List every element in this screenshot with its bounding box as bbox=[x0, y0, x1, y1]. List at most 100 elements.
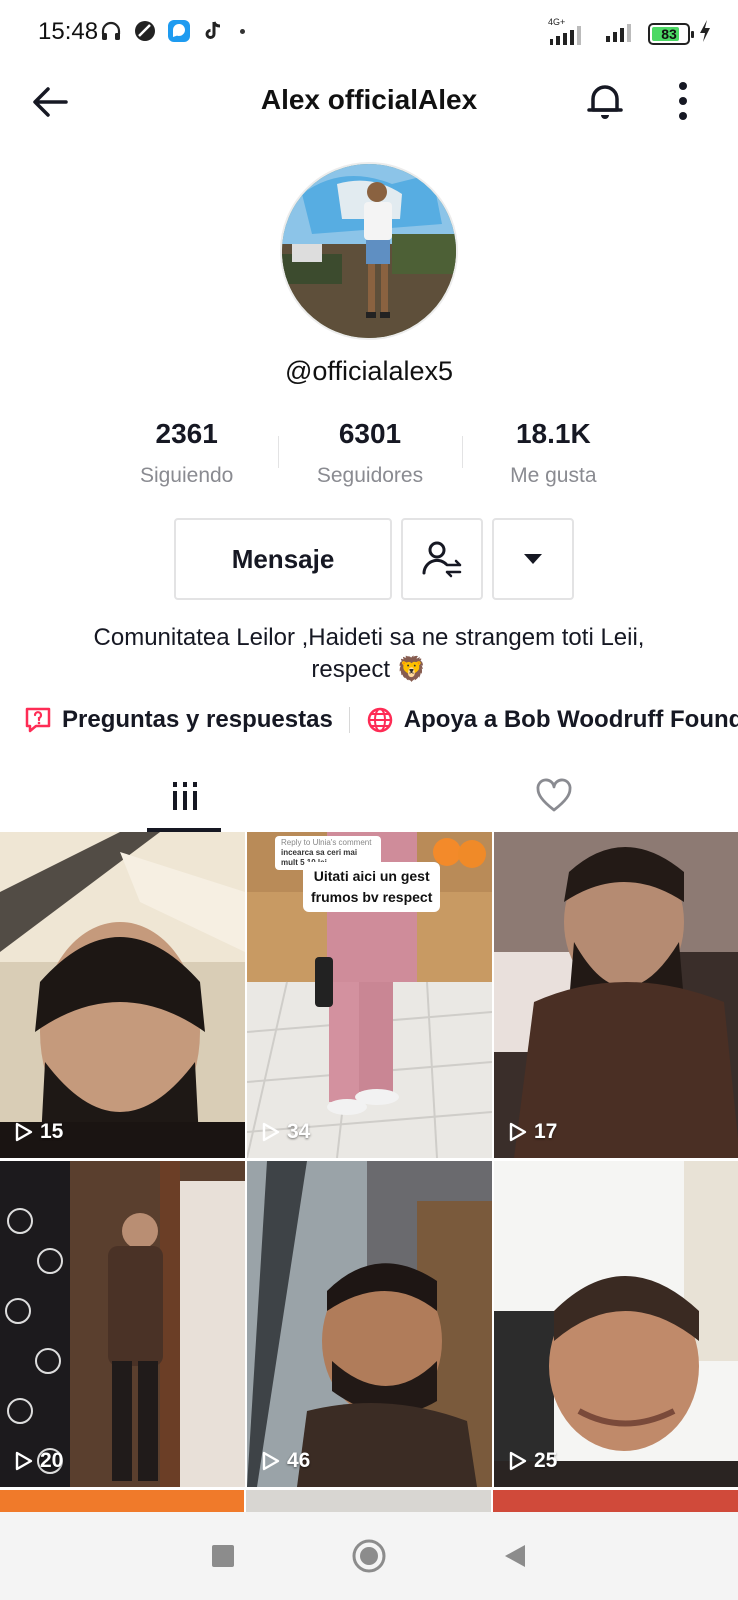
triangle-back-icon bbox=[505, 1545, 525, 1567]
profile-actions: Mensaje bbox=[174, 518, 574, 600]
video-image bbox=[494, 1161, 738, 1487]
more-options-button[interactable] bbox=[668, 78, 698, 124]
reply-label: Reply to Ulnia's comment bbox=[281, 838, 372, 847]
bio-line: Comunitatea Leilor ,Haideti sa ne strang… bbox=[93, 624, 645, 651]
follow-status-button[interactable] bbox=[401, 518, 483, 600]
stat-likes[interactable]: 18.1K Me gusta bbox=[461, 418, 645, 488]
grid-bars-icon bbox=[172, 782, 197, 810]
circle-icon bbox=[352, 1539, 386, 1573]
link-label: Apoya a Bob Woodruff Found bbox=[403, 706, 738, 733]
square-icon bbox=[212, 1545, 234, 1567]
stat-label: Seguidores bbox=[316, 464, 424, 487]
tab-videos[interactable] bbox=[0, 768, 369, 832]
suggested-accounts-button[interactable] bbox=[492, 518, 574, 600]
home-button[interactable] bbox=[349, 1536, 389, 1576]
video-thumbnail-partial[interactable] bbox=[246, 1490, 491, 1512]
play-outline-icon bbox=[509, 1451, 527, 1471]
video-thumbnail[interactable]: 17 bbox=[494, 832, 738, 1158]
profile-links: Preguntas y respuestas Apoya a Bob Woodr… bbox=[24, 700, 738, 740]
recents-button[interactable] bbox=[203, 1536, 243, 1576]
video-thumbnail-partial[interactable] bbox=[0, 1490, 245, 1512]
back-nav-button[interactable] bbox=[495, 1536, 535, 1576]
video-thumbnail[interactable]: 25 bbox=[494, 1161, 738, 1487]
user-switch-icon bbox=[422, 541, 462, 578]
video-image bbox=[0, 1161, 245, 1487]
view-count-value: 46 bbox=[287, 1449, 311, 1472]
battery-level: 83 bbox=[661, 25, 677, 42]
system-icons: 4G+ 83 bbox=[548, 17, 712, 49]
stat-label: Siguiendo bbox=[139, 464, 234, 487]
wifi-signal-icon bbox=[604, 18, 640, 49]
question-box-icon bbox=[25, 707, 51, 733]
play-outline-icon bbox=[509, 1122, 527, 1142]
more-notifications-dot bbox=[240, 28, 245, 34]
video-thumbnail[interactable]: 20 bbox=[0, 1161, 245, 1487]
stat-followers[interactable]: 6301 Seguidores bbox=[278, 418, 461, 488]
view-count-value: 34 bbox=[287, 1120, 311, 1143]
view-count: 25 bbox=[506, 1449, 557, 1473]
more-vertical-icon bbox=[679, 82, 687, 120]
video-image bbox=[494, 832, 738, 1158]
message-button[interactable]: Mensaje bbox=[174, 518, 392, 600]
view-count: 20 bbox=[12, 1449, 63, 1473]
video-thumbnail[interactable]: Reply to Ulnia's comment incearca sa cer… bbox=[247, 832, 492, 1158]
donation-link[interactable]: Apoya a Bob Woodruff Found bbox=[366, 706, 738, 734]
stat-label: Me gusta bbox=[510, 464, 597, 487]
play-outline-icon bbox=[262, 1451, 280, 1471]
view-count: 15 bbox=[12, 1120, 63, 1144]
tiktok-icon bbox=[200, 18, 226, 44]
globe-heart-icon bbox=[367, 707, 393, 733]
username: @officialalex5 bbox=[285, 356, 453, 386]
system-nav-bar bbox=[0, 1512, 738, 1600]
charging-icon bbox=[698, 19, 712, 48]
view-count: 17 bbox=[506, 1120, 557, 1144]
caret-down-icon bbox=[524, 554, 542, 564]
video-image bbox=[0, 832, 245, 1158]
bell-icon bbox=[587, 85, 623, 119]
play-outline-icon bbox=[262, 1122, 280, 1142]
notification-icons bbox=[98, 18, 245, 44]
profile-header: Alex officialAlex bbox=[0, 70, 738, 132]
view-count-value: 25 bbox=[534, 1449, 558, 1472]
stat-following[interactable]: 2361 Siguiendo bbox=[95, 418, 278, 488]
signal-icon: 4G+ bbox=[548, 17, 596, 47]
play-outline-icon bbox=[15, 1451, 33, 1471]
view-count: 34 bbox=[259, 1120, 310, 1144]
video-image bbox=[247, 1161, 492, 1487]
video-thumbnail[interactable]: 46 bbox=[247, 1161, 492, 1487]
view-count-value: 17 bbox=[534, 1120, 558, 1143]
profile-bio: Comunitatea Leilor ,Haideti sa ne strang… bbox=[40, 622, 698, 686]
headphones-icon bbox=[98, 18, 124, 44]
heart-outline-icon bbox=[536, 778, 571, 812]
video-caption: Uitati aici un gest frumos bv respect bbox=[303, 862, 441, 912]
avatar[interactable] bbox=[280, 162, 458, 340]
bio-line: respect 🦁 bbox=[311, 656, 427, 683]
status-time: 15:48 bbox=[38, 18, 99, 45]
stat-value: 18.1K bbox=[515, 418, 591, 449]
network-type-label: 4G+ bbox=[548, 16, 566, 27]
view-count-value: 20 bbox=[40, 1449, 64, 1472]
stat-value: 2361 bbox=[155, 418, 218, 449]
video-thumbnail-partial[interactable] bbox=[492, 1490, 738, 1512]
video-thumbnail[interactable]: 15 bbox=[0, 832, 245, 1158]
video-grid-next-row bbox=[0, 1490, 738, 1512]
caption-line: Uitati aici un gest bbox=[313, 868, 430, 884]
play-outline-icon bbox=[15, 1122, 33, 1142]
qa-link[interactable]: Preguntas y respuestas bbox=[24, 706, 333, 734]
link-divider bbox=[348, 707, 350, 733]
video-grid: 15 Reply to Ulnia's comment incearca sa … bbox=[0, 832, 738, 1487]
content-tabs bbox=[0, 768, 738, 832]
profile-stats: 2361 Siguiendo 6301 Seguidores 18.1K Me … bbox=[95, 418, 645, 488]
caption-line: frumos bv respect bbox=[311, 889, 433, 905]
status-bar: 15:48 4G+ 83 bbox=[0, 0, 738, 64]
link-label: Preguntas y respuestas bbox=[62, 706, 333, 733]
avatar-photo bbox=[282, 164, 456, 338]
messenger-icon bbox=[166, 18, 192, 44]
app-icon bbox=[132, 18, 158, 44]
tab-liked[interactable] bbox=[369, 768, 738, 832]
notifications-button[interactable] bbox=[582, 78, 628, 124]
view-count: 46 bbox=[259, 1449, 310, 1473]
view-count-value: 15 bbox=[40, 1120, 64, 1143]
battery-icon: 83 bbox=[648, 22, 694, 45]
stat-value: 6301 bbox=[338, 418, 402, 449]
